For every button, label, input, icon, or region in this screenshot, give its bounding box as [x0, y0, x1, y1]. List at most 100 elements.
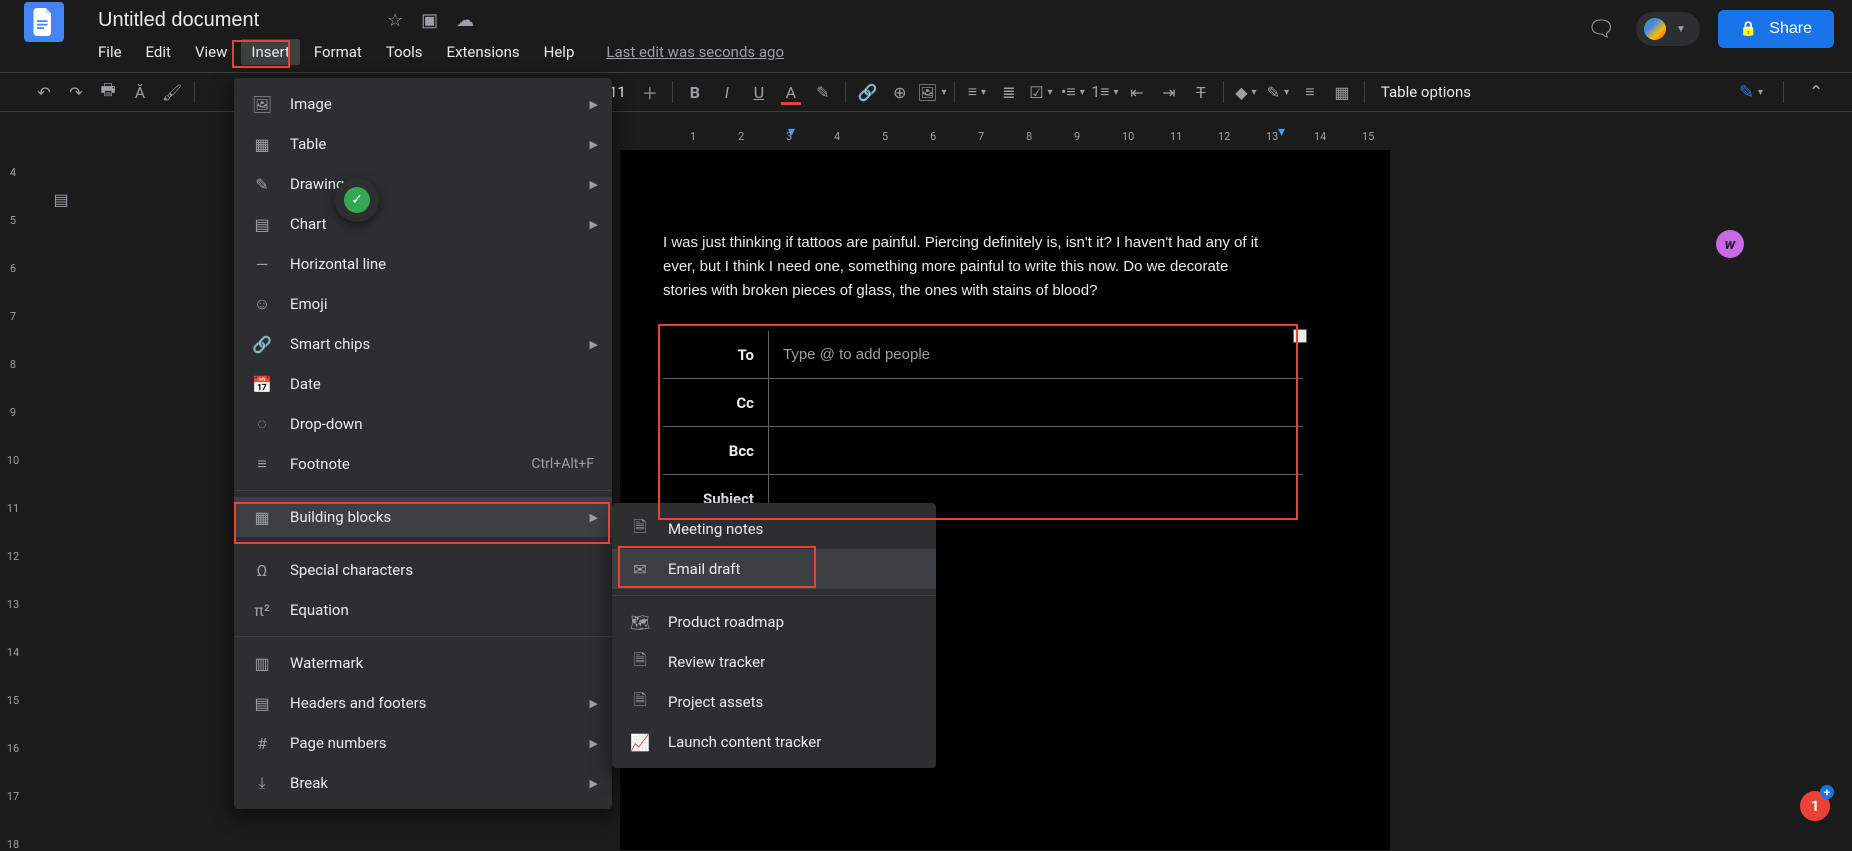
cloud-status-icon[interactable]: ☁: [456, 10, 474, 31]
menu-tools[interactable]: Tools: [376, 39, 433, 65]
bold-button[interactable]: B: [679, 76, 711, 108]
hide-menus-button[interactable]: ⌃: [1802, 78, 1830, 106]
check-icon: ✓: [344, 187, 370, 213]
insert-footnote[interactable]: ≡FootnoteCtrl+Alt+F: [234, 444, 612, 484]
vruler-tick: 16: [4, 742, 22, 755]
increase-indent-button[interactable]: ⇥: [1153, 76, 1185, 108]
insert-watermark[interactable]: ▥Watermark: [234, 643, 612, 683]
menu-view[interactable]: View: [185, 39, 237, 65]
insert-headers-and-footers[interactable]: ▤Headers and footers▶: [234, 683, 612, 723]
border-width-button[interactable]: ≡: [1294, 76, 1326, 108]
vruler-tick: 10: [4, 454, 22, 467]
email-to-input[interactable]: [783, 346, 1303, 363]
insert-horizontal-line[interactable]: —Horizontal line: [234, 244, 612, 284]
font-size-increase-button[interactable]: ＋: [634, 76, 666, 108]
paint-format-button[interactable]: 🖌: [156, 76, 188, 108]
align-button[interactable]: ≡▾: [961, 76, 993, 108]
insert-special-characters[interactable]: ΩSpecial characters: [234, 550, 612, 590]
email-cc-input[interactable]: [783, 394, 1303, 411]
clear-formatting-button[interactable]: T: [1185, 76, 1217, 108]
product-roadmap-icon: 🗺: [630, 613, 650, 632]
insert-image-button[interactable]: 🖼▾: [916, 76, 948, 108]
insert-break[interactable]: ⤓Break▶: [234, 763, 612, 803]
text-color-button[interactable]: A: [775, 76, 807, 108]
building-block-project-assets[interactable]: 🗎Project assets: [612, 682, 936, 722]
menu-insert[interactable]: Insert: [241, 39, 299, 65]
underline-button[interactable]: U: [743, 76, 775, 108]
email-bcc-input[interactable]: [783, 442, 1303, 459]
add-comment-button[interactable]: ⊕: [884, 76, 916, 108]
italic-button[interactable]: I: [711, 76, 743, 108]
insert-smart-chips[interactable]: 🔗Smart chips▶: [234, 324, 612, 364]
meet-button[interactable]: ▼: [1636, 12, 1700, 46]
numbered-list-button[interactable]: 1≡▾: [1089, 76, 1121, 108]
fill-color-button[interactable]: ◆▾: [1230, 76, 1262, 108]
vruler-tick: 18: [4, 838, 22, 851]
ruler-tick: 6: [930, 130, 936, 143]
horizontal-ruler[interactable]: 123456789101112131415: [620, 126, 1390, 146]
building-block-launch-content-tracker[interactable]: 📈Launch content tracker: [612, 722, 936, 762]
docs-logo[interactable]: [24, 2, 64, 42]
building-block-meeting-notes[interactable]: 🗎Meeting notes: [612, 509, 936, 549]
building-block-review-tracker[interactable]: 🗎Review tracker: [612, 642, 936, 682]
checklist-button[interactable]: ☑▾: [1025, 76, 1057, 108]
border-dash-button[interactable]: ▦: [1326, 76, 1358, 108]
emoji-icon: ☺: [252, 294, 272, 314]
body-paragraph[interactable]: I was just thinking if tattoos are painf…: [663, 231, 1263, 303]
insert-link-button[interactable]: 🔗: [852, 76, 884, 108]
insert-table[interactable]: ▦Table▶: [234, 124, 612, 164]
bulleted-list-button[interactable]: •≡▾: [1057, 76, 1089, 108]
notification-badge[interactable]: 1: [1800, 791, 1830, 821]
menu-help[interactable]: Help: [534, 39, 585, 65]
meet-icon: [1644, 18, 1666, 40]
break-icon: ⤓: [252, 773, 272, 793]
menu-file[interactable]: File: [88, 39, 132, 65]
email-draft-block[interactable]: To Cc Bcc Subject: [663, 331, 1303, 523]
insert-emoji[interactable]: ☺Emoji: [234, 284, 612, 324]
line-spacing-button[interactable]: ≣: [993, 76, 1025, 108]
undo-button[interactable]: ↶: [28, 76, 60, 108]
spellcheck-button[interactable]: Ă: [124, 76, 156, 108]
comment-history-icon[interactable]: 🗨: [1584, 12, 1618, 46]
insert-image[interactable]: 🖼Image▶: [234, 84, 612, 124]
insert-drop-down[interactable]: ◌Drop-down: [234, 404, 612, 444]
decrease-indent-button[interactable]: ⇤: [1121, 76, 1153, 108]
insert-building-blocks[interactable]: ▦Building blocks▶: [234, 497, 612, 537]
ruler-tick: 15: [1362, 130, 1374, 143]
insert-chart[interactable]: ▤Chart▶: [234, 204, 612, 244]
chevron-down-icon: ▼: [1676, 24, 1686, 35]
building-block-product-roadmap[interactable]: 🗺Product roadmap: [612, 602, 936, 642]
menu-item-label: Page numbers: [290, 734, 387, 752]
ruler-tick: 12: [1218, 130, 1230, 143]
insert-page-numbers[interactable]: #Page numbers▶: [234, 723, 612, 763]
menu-format[interactable]: Format: [304, 39, 372, 65]
vruler-tick: 14: [4, 646, 22, 659]
table-options-button[interactable]: Table options: [1381, 83, 1471, 101]
border-color-button[interactable]: ✎▾: [1262, 76, 1294, 108]
insert-date[interactable]: 📅Date: [234, 364, 612, 404]
indent-marker-right[interactable]: ▾: [1278, 124, 1285, 140]
highlight-color-button[interactable]: ✎: [807, 76, 839, 108]
special-characters-icon: Ω: [252, 561, 272, 580]
project-assets-icon: 🗎: [630, 689, 650, 716]
insert-drawing[interactable]: ✎Drawing▶: [234, 164, 612, 204]
document-title-input[interactable]: [92, 7, 369, 34]
move-icon[interactable]: ▣: [421, 10, 438, 31]
menu-edit[interactable]: Edit: [136, 39, 181, 65]
redo-button[interactable]: ↷: [60, 76, 92, 108]
building-block-email-draft[interactable]: ✉Email draft: [612, 549, 936, 589]
menu-item-label: Smart chips: [290, 335, 370, 353]
editing-mode-button[interactable]: ✎▾: [1737, 78, 1765, 106]
last-edit-link[interactable]: Last edit was seconds ago: [606, 43, 784, 61]
wordtune-avatar[interactable]: w: [1716, 230, 1744, 258]
print-button[interactable]: 🖶: [92, 76, 124, 108]
menu-extensions[interactable]: Extensions: [437, 39, 530, 65]
share-button[interactable]: Share: [1718, 10, 1834, 48]
star-icon[interactable]: ☆: [387, 10, 403, 31]
ruler-tick: 13: [1266, 130, 1278, 143]
table-handle[interactable]: [1293, 329, 1307, 343]
indent-marker-left[interactable]: ▾: [788, 124, 795, 140]
document-outline-button[interactable]: ▤: [44, 182, 78, 216]
insert-equation[interactable]: π²Equation: [234, 590, 612, 630]
drawing-icon: ✎: [252, 175, 272, 194]
